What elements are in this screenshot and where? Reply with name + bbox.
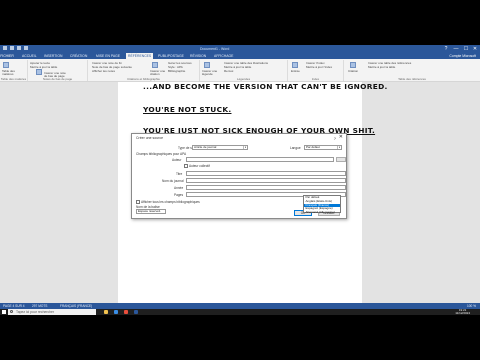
title-label: Titre (176, 172, 183, 176)
pages-label: Pages (174, 193, 184, 197)
mark-citation-button[interactable]: Citation (348, 69, 358, 73)
taskbar: Tapez ici pour rechercher 19:21 11/12/20… (0, 309, 480, 315)
source-type-select[interactable]: Article de journal ▾ (192, 145, 248, 150)
update-authorities-button[interactable]: Mettre à jour la table (368, 65, 395, 69)
taskbar-clock[interactable]: 19:21 11/12/2024 (455, 309, 470, 315)
word-taskbar-icon[interactable] (134, 310, 138, 314)
update-index-button[interactable]: Mettre à jour l'index (306, 65, 332, 69)
show-all-fields-label: Afficher tous les champs bibliographique… (141, 200, 200, 204)
table-of-contents-icon[interactable] (3, 62, 9, 68)
author-label: Auteur (172, 158, 182, 162)
group-table-des-references: Citation Insérer une table des référence… (344, 60, 480, 81)
search-icon (10, 310, 13, 314)
mark-entry-icon[interactable] (292, 62, 298, 68)
bibliography-button[interactable]: Bibliographie (168, 69, 185, 73)
journal-label: Nom du journal (162, 179, 184, 183)
insert-caption-label[interactable]: légende (202, 72, 213, 76)
minimize-button[interactable]: — (452, 46, 460, 52)
group-caption: Légendes (236, 77, 251, 81)
mark-entry-button[interactable]: Entrée (291, 69, 300, 73)
language-label: Langue (290, 146, 301, 150)
show-notes-button[interactable]: Afficher les notes (92, 69, 115, 73)
caption-icon[interactable] (204, 62, 210, 68)
author-field[interactable] (186, 157, 334, 162)
dialog-title: Créer une source (136, 136, 164, 140)
language-dropdown-list: Par défaut Anglais (États-Unis) Français… (303, 195, 341, 215)
group-table-des-matieres: Table des matières Table des matières (0, 60, 28, 81)
word-window: Document1 - Word ? — ☐ ✕ FICHIER ACCUEIL… (0, 45, 480, 315)
group-caption: Index (311, 77, 320, 81)
clock-date: 11/12/2024 (455, 311, 470, 315)
group-caption: Notes de bas de page (42, 77, 73, 81)
file-explorer-icon[interactable] (104, 310, 108, 314)
chrome-icon[interactable] (124, 310, 128, 314)
edit-author-button[interactable] (336, 157, 346, 162)
window-title: Document1 - Word (200, 47, 230, 51)
undo-icon[interactable] (17, 46, 21, 50)
update-table-button[interactable]: Mettre à jour la table (30, 65, 57, 69)
bib-fields-label: Champs bibliographiques pour APA (136, 152, 187, 156)
title-bar: Document1 - Word ? — ☐ ✕ (0, 45, 480, 53)
document-line-1[interactable]: ...AND BECOME THE VERSION THAT CAN'T BE … (143, 82, 388, 91)
dialog-help-button[interactable]: ? (334, 136, 336, 141)
citation-icon[interactable] (152, 62, 158, 68)
group-notes: Ajouter le texte Mettre à jour la table … (28, 60, 88, 81)
word-logo-icon (3, 46, 7, 50)
document-line-2[interactable]: YOU'RE NOT STUCK. (143, 105, 231, 114)
toc-button-label-2[interactable]: matières (2, 72, 14, 76)
language-option[interactable]: Allemand (Allemagne) (304, 211, 340, 215)
redo-icon[interactable] (24, 46, 28, 50)
language-select[interactable]: Par défaut ▾ (304, 145, 342, 150)
title-field[interactable] (186, 171, 346, 176)
tag-name-field[interactable]: Espace réservé1 (136, 209, 166, 214)
save-icon[interactable] (10, 46, 14, 50)
group-caption: Table des matières (0, 77, 27, 81)
close-button[interactable]: ✕ (471, 46, 479, 52)
chevron-down-icon: ▾ (243, 146, 247, 149)
edge-icon[interactable] (114, 310, 118, 314)
year-field[interactable] (186, 185, 346, 190)
footnote-icon[interactable] (36, 69, 42, 75)
search-placeholder: Tapez ici pour rechercher (16, 310, 55, 314)
language-value: Par défaut (306, 145, 320, 149)
group-index: Entrée Insérer l'index Mettre à jour l'i… (288, 60, 344, 81)
taskbar-search-input[interactable]: Tapez ici pour rechercher (8, 309, 96, 315)
quick-access-toolbar (3, 46, 28, 50)
journal-field[interactable] (186, 178, 346, 183)
group-caption: Table des références (398, 77, 426, 81)
windows-start-icon[interactable] (2, 310, 6, 314)
tag-name-value: Espace réservé1 (138, 209, 161, 213)
video-frame: Document1 - Word ? — ☐ ✕ FICHIER ACCUEIL… (0, 0, 480, 360)
cross-reference-button[interactable]: Renvoi (224, 69, 233, 73)
mark-citation-icon[interactable] (350, 62, 356, 68)
dialog-close-button[interactable]: ✕ (339, 135, 343, 140)
group-citations: Insérer une note de fin Note de bas de p… (88, 60, 200, 81)
help-button[interactable]: ? (442, 46, 450, 52)
maximize-button[interactable]: ☐ (462, 46, 470, 52)
insert-citation-label[interactable]: citation (150, 72, 160, 76)
show-all-fields-checkbox[interactable] (136, 200, 140, 204)
source-type-value: Article de journal (194, 145, 217, 149)
ribbon: Table des matières Table des matières Aj… (0, 59, 480, 82)
group-caption: Citations et bibliographie (127, 77, 160, 81)
year-label: Année (174, 186, 184, 190)
corporate-author-label: Auteur collectif (189, 164, 210, 168)
chevron-down-icon: ▾ (337, 146, 341, 149)
corporate-author-checkbox[interactable] (184, 164, 188, 168)
group-legendes: Insérer une légende Insérer une table de… (200, 60, 288, 81)
